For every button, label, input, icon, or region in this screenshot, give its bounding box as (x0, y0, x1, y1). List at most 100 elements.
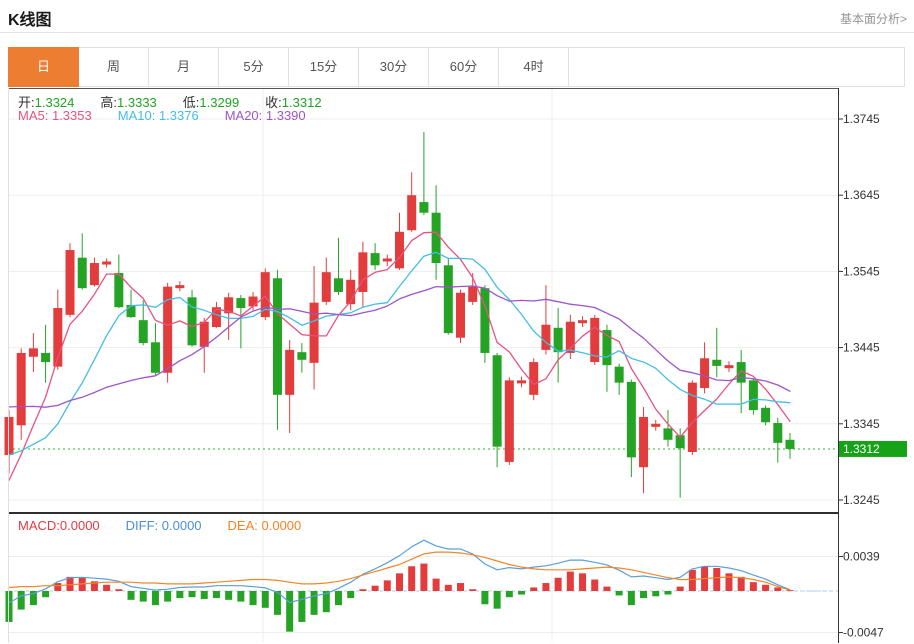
macd-bar (725, 573, 732, 591)
candle (761, 408, 770, 422)
macd-bar (750, 582, 757, 591)
macd-bar (54, 583, 61, 591)
macd-bar (189, 591, 196, 597)
candle (700, 358, 709, 388)
price-tick-label: 1.3545 (843, 264, 880, 278)
macd-bar (579, 573, 586, 591)
diff-line (9, 540, 790, 603)
macd-bar (176, 591, 183, 598)
candle (419, 202, 428, 213)
candle (663, 428, 672, 439)
candle (175, 285, 184, 288)
macd-bar (457, 583, 464, 591)
macd-bar (567, 572, 574, 591)
macd-bar (372, 586, 379, 591)
candle (139, 320, 148, 343)
macd-bar (433, 579, 440, 591)
candle (712, 360, 721, 366)
candle (627, 382, 636, 457)
macd-bar (713, 568, 720, 591)
macd-bar (677, 587, 684, 591)
ma20-line (9, 286, 790, 407)
candle (383, 258, 392, 261)
macd-bar (213, 591, 220, 598)
candle (444, 265, 453, 333)
candle (517, 380, 526, 383)
candle (151, 342, 160, 372)
candle (639, 417, 648, 467)
candle (249, 297, 258, 307)
candle (407, 195, 416, 230)
candle (688, 383, 697, 452)
candle (29, 348, 38, 356)
current-price-badge-label: 1.3312 (843, 442, 880, 456)
candle (371, 253, 380, 265)
macd-bar (616, 591, 623, 595)
candle (432, 213, 441, 263)
price-tick-label: 1.3345 (843, 417, 880, 431)
candle (200, 322, 209, 347)
candle (578, 320, 587, 323)
macd-bar (738, 577, 745, 591)
price-tick-label: 1.3445 (843, 341, 880, 355)
price-tick-label: 1.3245 (843, 493, 880, 507)
macd-bar (445, 585, 452, 591)
macd-bar (262, 591, 269, 608)
macd-bar (152, 591, 159, 605)
macd-bar (311, 591, 318, 615)
candle (749, 380, 758, 410)
macd-bar (128, 591, 135, 600)
price-tick-label: 1.3645 (843, 188, 880, 202)
candle (724, 365, 733, 368)
macd-bar (542, 583, 549, 591)
macd-bar (420, 564, 427, 591)
candle (651, 424, 660, 427)
macd-bar (359, 589, 366, 591)
candle (529, 362, 538, 395)
candle (456, 293, 465, 338)
candle (66, 250, 75, 315)
macd-bar (469, 589, 476, 591)
macd-bar (762, 585, 769, 591)
macd-bar (591, 580, 598, 591)
macd-bar (494, 591, 501, 609)
candle (273, 278, 282, 395)
macd-bar (237, 591, 244, 602)
macd-bar (164, 591, 171, 602)
candle (541, 325, 550, 350)
macd-bar (384, 580, 391, 591)
macd-bar (555, 578, 562, 591)
candle (236, 298, 245, 308)
candle (773, 423, 782, 443)
macd-bar (652, 591, 659, 596)
candle (285, 350, 294, 395)
macd-bar (640, 591, 647, 598)
macd-bar (530, 587, 537, 591)
macd-bar (518, 591, 525, 595)
macd-bar (18, 591, 25, 610)
macd-bar (506, 591, 513, 597)
macd-bar (628, 591, 635, 605)
candle (41, 353, 50, 362)
candle (310, 303, 319, 363)
macd-tick-label: 0.0039 (843, 550, 880, 564)
macd-bar (225, 591, 232, 600)
candle (322, 272, 331, 302)
candle (785, 440, 794, 449)
macd-bar (689, 570, 696, 591)
candle (468, 287, 477, 302)
macd-bar (786, 590, 793, 591)
candle (334, 278, 343, 292)
macd-bar (396, 573, 403, 591)
candle (78, 258, 87, 288)
candle (90, 263, 99, 285)
macd-bar (335, 591, 342, 605)
price-tick-label: 1.3745 (843, 112, 880, 126)
kline-chart[interactable]: 1.3745 1.3645 1.3545 1.3445 1.3345 1.3245 0.00… (0, 0, 914, 644)
macd-bar (140, 591, 147, 602)
kline-page: K线图 基本面分析> 日周月5分15分30分60分4时 1.37451.3645… (0, 0, 914, 644)
candle (127, 305, 136, 317)
candle (505, 380, 514, 462)
macd-bar (201, 591, 208, 599)
candle (17, 353, 26, 425)
